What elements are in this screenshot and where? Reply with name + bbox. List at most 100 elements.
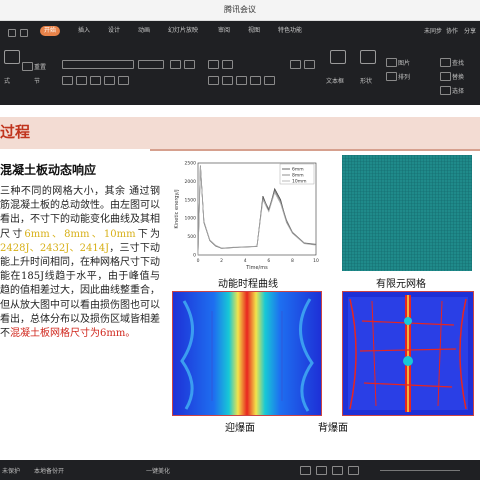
font-color-icon[interactable] [118, 76, 129, 85]
paragraph-run: 下 [135, 228, 151, 240]
window-title: 腾讯会议 [224, 5, 256, 14]
tab-slideshow[interactable]: 幻灯片放映 [164, 26, 202, 36]
y-tick-label: 2000 [185, 179, 197, 185]
tab-view[interactable]: 视图 [244, 26, 264, 36]
ribbon-item-reset[interactable]: 重置 [34, 62, 46, 71]
paste-icon[interactable] [4, 50, 20, 64]
caption-energy: 动能时程曲线 [218, 279, 278, 290]
font-size-dropdown[interactable] [138, 60, 164, 69]
bold-icon[interactable] [62, 76, 73, 85]
fe-mesh-image [342, 155, 472, 271]
menu-icon[interactable] [8, 29, 16, 37]
undo-icon[interactable] [170, 60, 181, 69]
status-backup[interactable]: 本地备份开 [34, 466, 64, 475]
sync-status[interactable]: 未同步 [424, 26, 442, 35]
ribbon-item-replace[interactable]: 替换 [452, 72, 464, 81]
view-sorter-icon[interactable] [316, 466, 327, 475]
paragraph-run: 混凝土板网格尺寸为6mm。 [10, 328, 136, 340]
paragraph-run: 为 [150, 228, 161, 240]
status-protect[interactable]: 未保护 [2, 466, 20, 475]
y-tick-label: 0 [193, 253, 196, 259]
paragraph-run: 的值相差过大，因此曲线整 [10, 285, 130, 297]
tab-home[interactable]: 开始 [40, 26, 61, 36]
legend-label: 6mm [292, 167, 304, 173]
paragraph-run: 6mm、8mm、10mm [24, 228, 136, 240]
y-axis-label: Kinetic energy/J [174, 189, 180, 228]
ribbon-toolbar: 式 重置 节 文本框 形状 图片 排列 查找 替换 选择 [0, 42, 480, 104]
underline-icon[interactable] [90, 76, 101, 85]
align-center-icon[interactable] [222, 76, 233, 85]
shapes-icon[interactable] [360, 50, 376, 64]
find-icon[interactable] [440, 58, 451, 67]
caption-front: 迎爆面 [225, 423, 255, 434]
energy-chart-svg: 0 2 4 6 8 10 0 500 1000 1500 2000 2500 Time/ms Kineti… [174, 161, 319, 272]
tab-review[interactable]: 审阅 [214, 26, 234, 36]
redo-icon[interactable] [184, 60, 195, 69]
list-icon[interactable] [208, 60, 219, 69]
align-left-icon[interactable] [208, 76, 219, 85]
ribbon-item-textbox[interactable]: 文本框 [326, 76, 344, 85]
y-tick-label: 2500 [185, 161, 197, 167]
replace-icon[interactable] [440, 72, 451, 81]
italic-icon[interactable] [76, 76, 87, 85]
ribbon-item-section[interactable]: 节 [34, 76, 40, 85]
cut-icon[interactable] [22, 62, 33, 71]
paragraph-run: ，三 [109, 242, 130, 254]
table-icon[interactable] [290, 60, 301, 69]
fe-mesh-svg [342, 155, 472, 271]
font-name-dropdown[interactable] [62, 60, 134, 69]
x-tick-label: 8 [291, 258, 294, 264]
status-bar: 未保护 本地备份开 一键美化 [0, 460, 480, 480]
x-tick-label: 6 [267, 258, 270, 264]
save-icon[interactable] [20, 29, 28, 37]
textbox-icon[interactable] [330, 50, 346, 64]
ribbon-item-picture[interactable]: 图片 [398, 58, 410, 67]
view-reading-icon[interactable] [332, 466, 343, 475]
line-spacing-icon[interactable] [264, 76, 275, 85]
tab-design[interactable]: 设计 [104, 26, 124, 36]
ribbon-item-style[interactable]: 式 [4, 76, 10, 85]
slide-canvas[interactable]: 过程 混凝土板动态响应 三种不同的网格大小，其余 通过钢筋混凝土板的总动敛性。由… [0, 105, 480, 460]
align-right-icon[interactable] [236, 76, 247, 85]
tab-animation[interactable]: 动画 [134, 26, 154, 36]
strikethrough-icon[interactable] [104, 76, 115, 85]
numbered-list-icon[interactable] [222, 60, 233, 69]
x-tick-label: 4 [244, 258, 247, 264]
arrange-icon[interactable] [386, 72, 397, 81]
back-contour-svg [341, 290, 475, 417]
tab-insert[interactable]: 插入 [74, 26, 94, 36]
picture-icon[interactable] [386, 58, 397, 67]
play-icon[interactable] [348, 466, 359, 475]
y-tick-label: 1000 [185, 216, 197, 222]
ribbon-item-arrange[interactable]: 排列 [398, 72, 410, 81]
slide-subheading: 混凝土板动态响应 [0, 163, 97, 177]
zoom-slider[interactable] [380, 470, 460, 471]
heading-divider [150, 149, 480, 151]
x-tick-label: 0 [197, 258, 200, 264]
collab-button[interactable]: 协作 [446, 26, 458, 35]
share-button[interactable]: 分享 [464, 26, 476, 35]
ribbon-item-select[interactable]: 选择 [452, 86, 464, 95]
justify-icon[interactable] [250, 76, 261, 85]
ribbon-item-shapes[interactable]: 形状 [360, 76, 372, 85]
window-titlebar: 腾讯会议 [0, 0, 480, 21]
select-icon[interactable] [440, 86, 451, 95]
tab-special[interactable]: 特色功能 [274, 26, 306, 36]
paragraph-run: 尺寸 [0, 228, 25, 240]
front-contour-svg [171, 290, 323, 417]
ribbon-tabs: 开始 插入 设计 动画 幻灯片放映 审阅 视图 特色功能 未同步 协作 分享 [0, 22, 480, 42]
legend-label: 10mm [292, 179, 307, 185]
energy-time-chart: 0 2 4 6 8 10 0 500 1000 1500 2000 2500 Time/ms Kineti… [172, 153, 322, 273]
damage-contour-back [341, 290, 475, 417]
paragraph-run: 三种不同的网格大小，其余 [0, 186, 126, 197]
x-tick-label: 2 [220, 258, 223, 264]
damage-contour-front [171, 290, 323, 417]
paragraph-run: 寸下的动能变化曲线及其相 [40, 214, 160, 226]
paragraph-run: 2428J、2432J、2414J [0, 242, 110, 254]
status-beautify[interactable]: 一键美化 [146, 466, 170, 475]
columns-icon[interactable] [304, 60, 315, 69]
view-normal-icon[interactable] [300, 466, 311, 475]
x-tick-label: 10 [313, 258, 319, 264]
caption-back: 背爆面 [318, 423, 348, 434]
ribbon-item-find[interactable]: 查找 [452, 58, 464, 67]
